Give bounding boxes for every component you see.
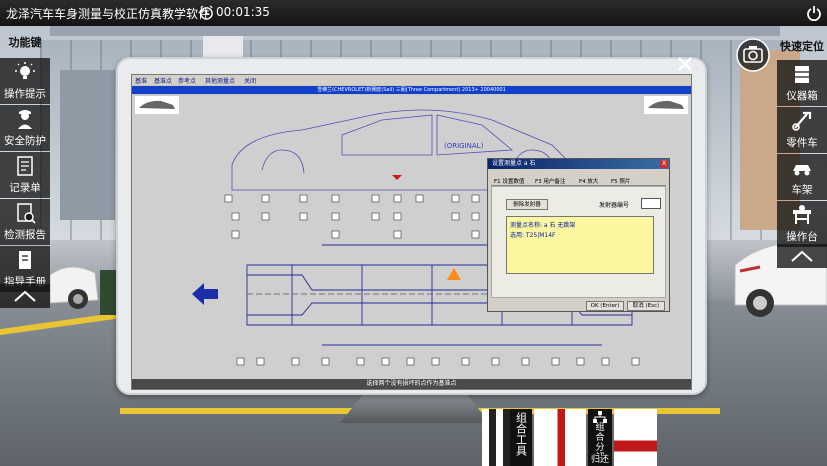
tool-strip: 组合工具 组合分解 归还 bbox=[482, 409, 657, 466]
toolbox-button[interactable]: 仪器箱 bbox=[777, 60, 827, 106]
car-frame-button[interactable]: 车架 bbox=[777, 154, 827, 200]
tips-button[interactable]: 操作提示 bbox=[0, 58, 50, 104]
tab-user-note[interactable]: F3 用户备注 bbox=[535, 177, 565, 185]
record-icon bbox=[17, 156, 33, 176]
direction-arrow-icon bbox=[192, 283, 218, 305]
left-toolbar-header: 功能键 bbox=[8, 36, 42, 49]
dialog-close-button[interactable]: X bbox=[660, 160, 668, 168]
menu-item-close[interactable]: 关闭 bbox=[244, 76, 256, 85]
toolbox-label: 仪器箱 bbox=[786, 90, 818, 102]
elapsed-timer: 00:01:35 bbox=[216, 5, 270, 19]
car-frame-icon bbox=[793, 165, 811, 176]
safety-button[interactable]: 安全防护 bbox=[0, 105, 50, 151]
ok-button[interactable]: OK (Enter) bbox=[586, 301, 624, 311]
worker-icon bbox=[18, 110, 32, 129]
return-label: 归还 bbox=[590, 455, 609, 465]
workbench-label: 操作台 bbox=[786, 231, 818, 243]
ceiling-beam bbox=[50, 26, 780, 36]
watermark-text: (ORIGINAL) bbox=[444, 142, 484, 150]
report-icon bbox=[17, 203, 36, 224]
tab-photo[interactable]: F5 照片 bbox=[611, 177, 630, 185]
chevron-up-icon bbox=[791, 250, 813, 262]
report-label: 检测报告 bbox=[4, 229, 46, 241]
tool-slot bbox=[614, 409, 657, 466]
toolbox-icon bbox=[795, 66, 809, 83]
tool-slot bbox=[482, 409, 510, 466]
report-button[interactable]: 检测报告 bbox=[0, 199, 50, 245]
return-button[interactable]: 归还 bbox=[588, 454, 612, 466]
white-car-left bbox=[50, 266, 99, 309]
parts-cart-button[interactable]: 零件车 bbox=[777, 107, 827, 153]
manual-icon bbox=[19, 251, 31, 269]
monitor-stand bbox=[340, 395, 490, 423]
point-info-box: 测量点名称: a 右 无跳架 选用: T25|M14F bbox=[506, 216, 654, 274]
car-frame-label: 车架 bbox=[791, 184, 813, 196]
tips-label: 操作提示 bbox=[4, 88, 46, 100]
cancel-button[interactable]: 取消 (Esc) bbox=[627, 301, 665, 311]
chevron-up-icon bbox=[14, 290, 36, 302]
tool-slot bbox=[534, 409, 586, 466]
set-measurement-point-dialog: 设置测量点 a 右 X F1 设置数值 F3 用户备注 F4 放大 F5 照片 … bbox=[487, 158, 670, 312]
selection-text: 选用: T25|M14F bbox=[510, 232, 556, 239]
menu-item-datum[interactable]: 基准 bbox=[135, 76, 147, 85]
power-icon[interactable] bbox=[806, 5, 822, 21]
title-bar: 龙泽汽车车身测量与校正仿真教学软件 00:01:35 bbox=[0, 0, 827, 26]
warning-marker bbox=[447, 268, 461, 280]
vehicle-title-bar: 雪佛兰(CHEVROLET)新赛欧(Sail) 三厢(Three Compart… bbox=[132, 86, 691, 94]
delete-emitter-button[interactable]: 删除发射器 bbox=[506, 199, 548, 210]
workbench-icon bbox=[793, 205, 811, 224]
parts-cart-label: 零件车 bbox=[786, 137, 818, 149]
record-button[interactable]: 记录单 bbox=[0, 152, 50, 198]
alarm-clock-icon bbox=[200, 5, 213, 20]
right-collapse-button[interactable] bbox=[777, 244, 827, 268]
record-label: 记录单 bbox=[9, 182, 41, 194]
right-toolbar-header: 快速定位 bbox=[780, 40, 824, 53]
close-icon[interactable] bbox=[676, 55, 694, 73]
menu-item-other-points[interactable]: 其他测量点 bbox=[205, 76, 235, 85]
tab-set-value[interactable]: F1 设置数值 bbox=[494, 177, 524, 185]
parts-cart-icon bbox=[792, 111, 812, 131]
city-building bbox=[60, 70, 115, 220]
combine-tool-button[interactable]: 组合工具 bbox=[510, 409, 532, 466]
camera-icon[interactable] bbox=[735, 37, 771, 73]
menu-item-reference-point[interactable]: 参考点 bbox=[178, 76, 196, 85]
emitter-number-label: 发射器编号 bbox=[599, 202, 630, 209]
left-collapse-button[interactable] bbox=[0, 284, 50, 308]
app-title: 龙泽汽车车身测量与校正仿真教学软件 bbox=[6, 7, 211, 21]
status-bar: 选择两个没有损坏的点作为基准点 bbox=[132, 379, 691, 389]
safety-label: 安全防护 bbox=[4, 135, 46, 147]
emitter-number-input[interactable] bbox=[641, 198, 661, 209]
combine-tool-label: 组合工具 bbox=[514, 412, 528, 456]
dialog-title: 设置测量点 a 右 bbox=[488, 159, 669, 169]
tab-zoom[interactable]: F4 放大 bbox=[579, 177, 598, 185]
dialog-tab-panel: 删除发射器 发射器编号 测量点名称: a 右 无跳架 选用: T25|M14F bbox=[491, 186, 666, 298]
network-icon bbox=[593, 411, 607, 423]
menu-item-datum-point[interactable]: 基准点 bbox=[154, 76, 172, 85]
software-menu-bar: 基准 基准点 参考点 其他测量点 关闭 bbox=[132, 75, 691, 85]
lightbulb-icon bbox=[15, 62, 35, 79]
point-name-text: 测量点名称: a 右 无跳架 bbox=[510, 222, 576, 229]
workbench-button[interactable]: 操作台 bbox=[777, 201, 827, 247]
